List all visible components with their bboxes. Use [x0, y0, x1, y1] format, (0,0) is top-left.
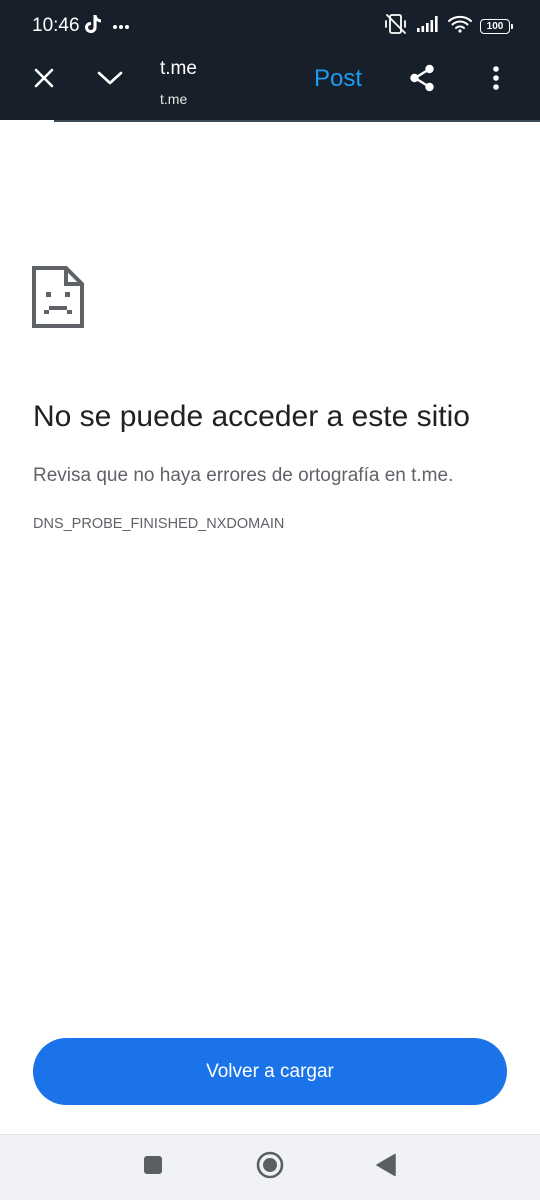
post-button[interactable]: Post — [314, 65, 362, 93]
status-bar: 10:46 100 — [0, 0, 540, 52]
recents-button[interactable] — [129, 1145, 177, 1189]
error-code: DNS_PROBE_FINISHED_NXDOMAIN — [33, 516, 285, 532]
battery-icon: 100 — [480, 18, 513, 34]
status-time: 10:46 — [32, 15, 80, 36]
vibrate-off-icon — [384, 13, 408, 40]
error-title: No se puede acceder a este sitio — [33, 400, 470, 433]
back-button[interactable] — [362, 1145, 410, 1189]
status-notification-icons — [84, 14, 130, 38]
browser-toolbar: t.me t.me Post — [0, 52, 540, 120]
close-icon — [33, 67, 55, 94]
battery-level: 100 — [486, 20, 504, 32]
close-button[interactable] — [20, 52, 68, 108]
page-load-progress — [54, 120, 540, 122]
home-button[interactable] — [246, 1145, 294, 1189]
signal-icon — [416, 15, 440, 38]
tiktok-icon — [84, 14, 102, 39]
chevron-down-icon — [97, 70, 123, 91]
home-circle-icon — [256, 1151, 284, 1184]
reload-button[interactable]: Volver a cargar — [33, 1038, 507, 1105]
recents-square-icon — [143, 1155, 163, 1180]
share-icon — [408, 63, 436, 98]
back-triangle-icon — [375, 1153, 397, 1182]
more-notifications-icon — [112, 17, 130, 35]
status-system-icons: 100 — [384, 13, 513, 40]
share-button[interactable] — [398, 52, 446, 108]
error-description: Revisa que no haya errores de ortografía… — [33, 465, 454, 486]
system-navigation-bar — [0, 1134, 540, 1200]
minimize-button[interactable] — [86, 52, 134, 108]
page-url: t.me — [160, 91, 188, 107]
sad-page-icon — [32, 266, 84, 328]
wifi-icon — [448, 15, 472, 38]
more-vert-icon — [492, 65, 500, 96]
more-options-button[interactable] — [472, 52, 520, 108]
page-title: t.me — [160, 58, 197, 79]
